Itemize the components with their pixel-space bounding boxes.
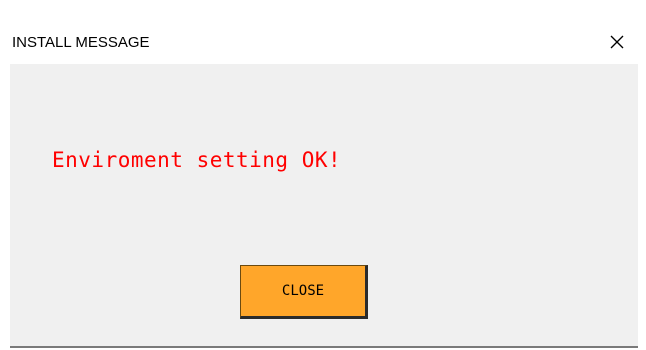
close-button[interactable]: CLOSE bbox=[240, 265, 368, 319]
window-title: INSTALL MESSAGE bbox=[12, 34, 150, 51]
window-bottom-border bbox=[10, 346, 638, 348]
install-message-dialog: INSTALL MESSAGE Enviroment setting OK! C… bbox=[10, 20, 638, 348]
title-bar: INSTALL MESSAGE bbox=[10, 20, 638, 64]
status-message: Enviroment setting OK! bbox=[52, 148, 342, 172]
close-icon[interactable] bbox=[604, 29, 630, 55]
